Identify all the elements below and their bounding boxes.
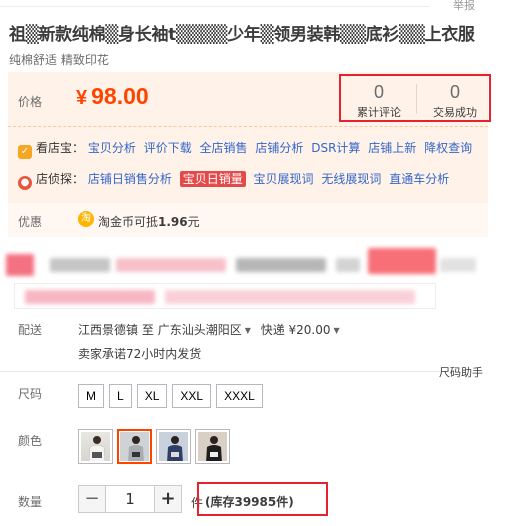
dt-link-daily-store-sales[interactable]: 店铺日销售分析 — [88, 172, 172, 186]
shipping-promise: 卖家承诺72小时内发货 — [78, 347, 202, 361]
sales-count-label: 交易成功 — [433, 106, 477, 119]
currency-symbol: ¥ — [76, 87, 88, 109]
dt-link-ztc-analysis[interactable]: 直通车分析 — [389, 172, 449, 186]
kandianbao-row: ✓ 看店宝： 宝贝分析 评价下载 全店销售 店铺分析 DSR计算 店铺上新 降权查… — [18, 139, 476, 159]
kandianbao-head: 看店宝： — [36, 141, 85, 155]
diantan-head: 店侦探： — [36, 172, 85, 186]
dt-link-item-keywords[interactable]: 宝贝展现词 — [254, 172, 314, 186]
size-label: 尺码 — [18, 387, 43, 401]
size-helper-link[interactable]: 尺码助手 — [439, 364, 483, 380]
stats-highlight-box: 0 累计评论 0 交易成功 — [339, 74, 491, 122]
shipping-method: 快递 — [260, 323, 285, 337]
increase-button[interactable]: + — [154, 485, 182, 513]
color-swatch-2[interactable] — [117, 429, 152, 464]
color-swatch-4[interactable] — [195, 429, 230, 464]
promo-suffix: 元 — [187, 215, 200, 229]
promo-amount: 1.96 — [158, 215, 188, 229]
size-option-m[interactable]: M — [78, 384, 104, 408]
diantan-row: ● 店侦探： 店铺日销售分析 宝贝日销量 宝贝展现词 无线展现词 直通车分析 — [18, 170, 453, 190]
destination-selector[interactable]: 广东汕头潮阳区 ▼ — [158, 323, 257, 337]
size-option-xl[interactable]: XL — [136, 384, 168, 408]
dt-link-daily-item-sales[interactable]: 宝贝日销量 — [179, 171, 246, 187]
stock-count: (库存39985件) — [205, 495, 294, 509]
helper-divider — [0, 371, 440, 372]
redacted-promo-strip — [14, 283, 436, 309]
ship-from: 江西景德镇 — [78, 323, 139, 337]
promo-label: 优惠 — [18, 215, 43, 229]
kdb-link-item-analysis[interactable]: 宝贝分析 — [88, 141, 136, 155]
shipping-fee: ¥20.00 — [288, 323, 331, 337]
dashed-divider — [8, 126, 488, 127]
taojinbi-coin-icon: 淘 — [78, 211, 94, 227]
shipping-label: 配送 — [18, 323, 43, 337]
quantity-label: 数量 — [18, 495, 43, 509]
review-count: 0 — [373, 82, 384, 102]
ship-destination: 广东汕头潮阳区 — [157, 323, 242, 337]
color-label: 颜色 — [18, 434, 43, 448]
price-value: ¥98.00 — [76, 83, 149, 110]
price-label: 价格 — [18, 95, 43, 109]
size-option-l[interactable]: L — [109, 384, 132, 408]
promo-text: 淘金币可抵1.96元 — [98, 213, 200, 230]
kdb-link-store-sales[interactable]: 全店销售 — [200, 141, 248, 155]
redacted-banner — [6, 246, 486, 280]
stats-divider — [416, 84, 417, 114]
size-options: M L XL XXL XXXL — [78, 384, 268, 408]
decrease-button[interactable]: − — [78, 485, 106, 513]
shipping-info: 江西景德镇 至 广东汕头潮阳区 ▼ 快递 ¥20.00 ▼ — [78, 321, 346, 338]
chevron-down-icon: ▼ — [244, 326, 251, 335]
stock-highlight-box: (库存39985件) — [197, 482, 328, 516]
review-count-stat[interactable]: 0 累计评论 — [343, 82, 415, 120]
chevron-down-icon[interactable]: ▼ — [334, 326, 340, 335]
quantity-input[interactable]: 1 — [106, 485, 154, 513]
ship-to-word: 至 — [141, 323, 154, 337]
sales-count-stat[interactable]: 0 交易成功 — [419, 82, 491, 120]
color-swatch-1[interactable] — [78, 429, 113, 464]
kandianbao-icon: ✓ — [18, 145, 32, 159]
promo-text-prefix: 淘金币可抵 — [98, 215, 159, 229]
price-amount: 98.00 — [91, 83, 149, 109]
product-subtitle: 纯棉舒适 精致印花 — [9, 53, 109, 67]
kdb-link-dsr[interactable]: DSR计算 — [311, 141, 360, 155]
top-divider — [0, 6, 430, 7]
kdb-link-store-analysis[interactable]: 店铺分析 — [255, 141, 303, 155]
size-option-xxxl[interactable]: XXXL — [216, 384, 263, 408]
detective-icon: ● — [18, 176, 32, 190]
review-count-label: 累计评论 — [357, 106, 401, 119]
sales-count: 0 — [449, 82, 460, 102]
product-title: 祖▒新款纯棉▒身长袖t▒▒▒▒少年▒领男装韩▒▒底衫▒▒上衣服 — [9, 25, 475, 45]
kdb-link-demotion[interactable]: 降权查询 — [424, 141, 472, 155]
report-link[interactable]: 举报 — [453, 0, 475, 13]
kdb-link-review-download[interactable]: 评价下载 — [144, 141, 192, 155]
size-option-xxl[interactable]: XXL — [172, 384, 212, 408]
promo-panel: 优惠 淘 淘金币可抵1.96元 — [8, 203, 488, 237]
dt-link-wireless-keywords[interactable]: 无线展现词 — [321, 172, 381, 186]
color-options — [78, 429, 234, 464]
kdb-link-new-items[interactable]: 店铺上新 — [368, 141, 416, 155]
color-swatch-3[interactable] — [156, 429, 191, 464]
